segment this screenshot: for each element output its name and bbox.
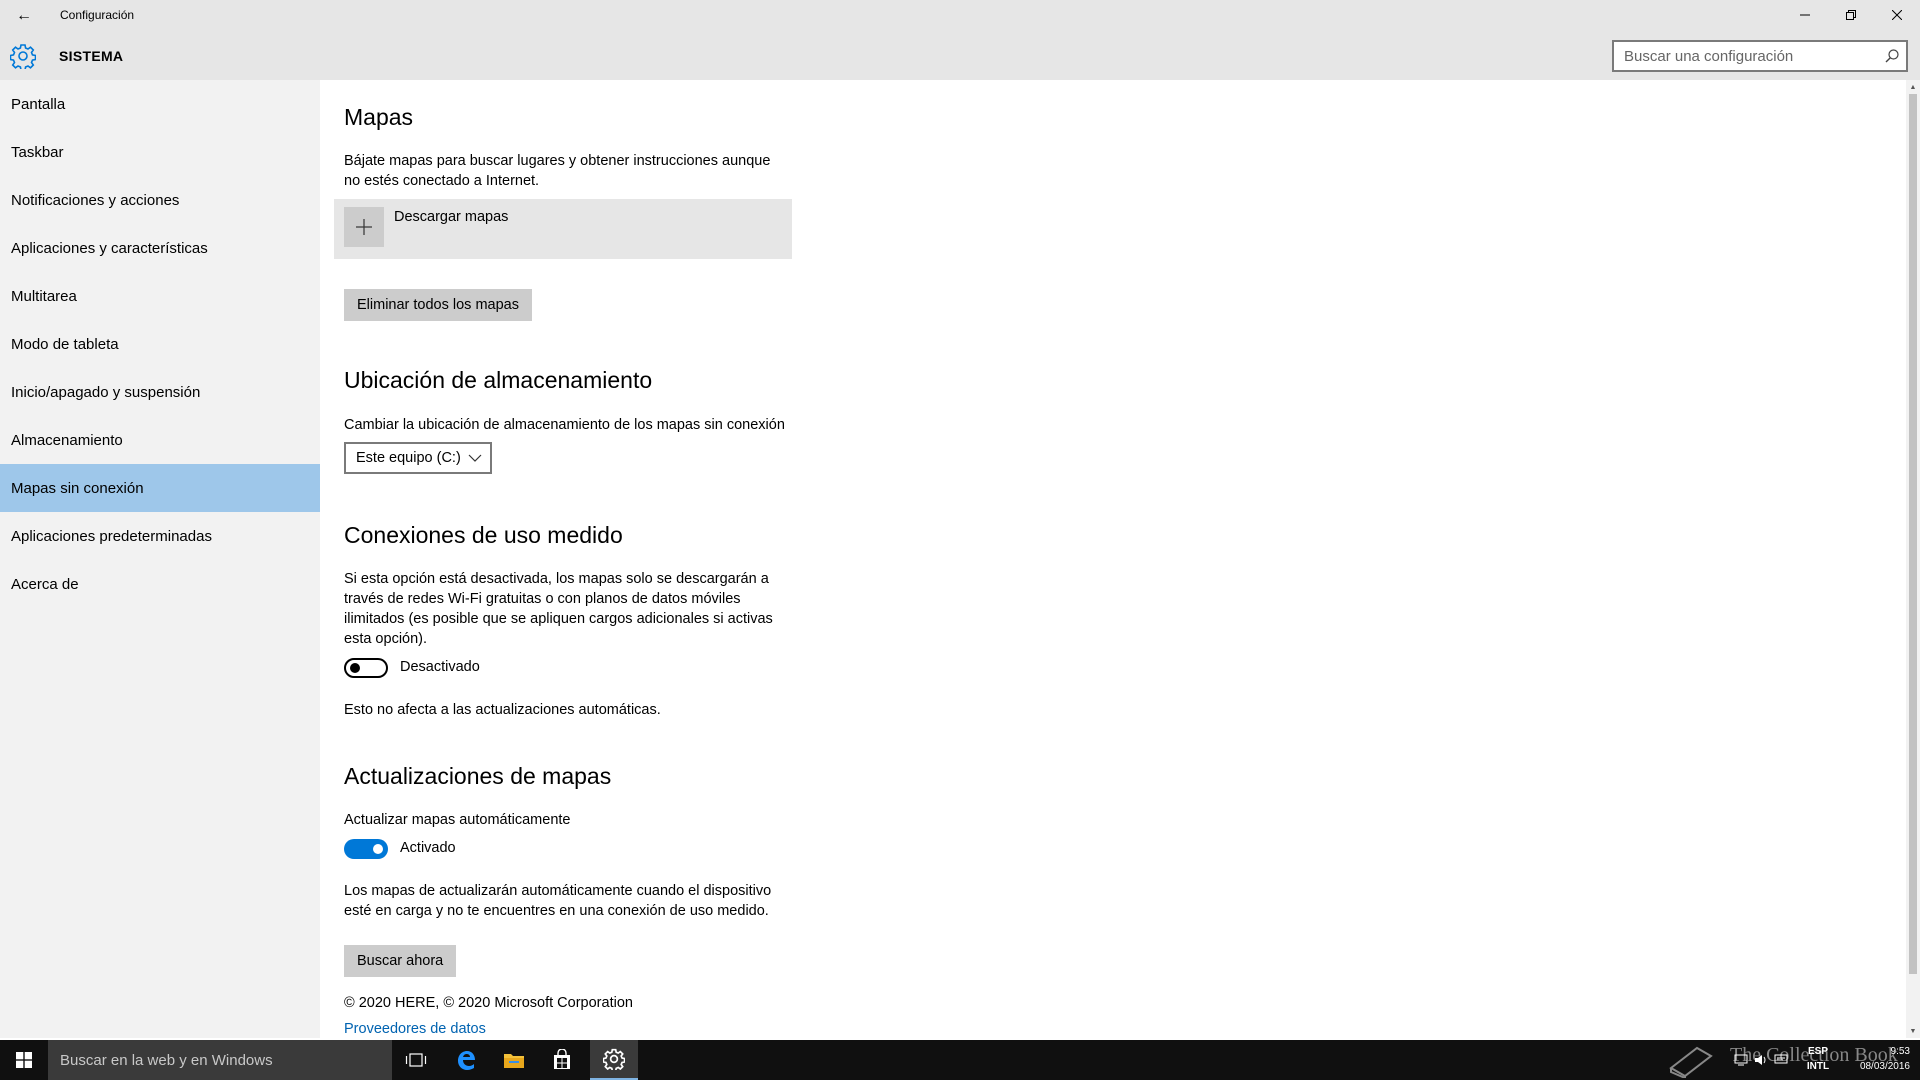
plus-icon: [344, 207, 384, 247]
metered-note: Esto no afecta a las actualizaciones aut…: [344, 702, 661, 718]
volume-icon[interactable]: [1752, 1040, 1770, 1080]
scrollbar[interactable]: ▲ ▼: [1906, 80, 1920, 1038]
sidebar-item-almacenamiento[interactable]: Almacenamiento: [0, 416, 320, 464]
maps-description-line1: Bájate mapas para buscar lugares y obten…: [344, 153, 771, 169]
file-explorer-taskbar-button[interactable]: [490, 1040, 538, 1080]
sidebar-item-aplicaciones[interactable]: Aplicaciones y características: [0, 224, 320, 272]
store-taskbar-button[interactable]: [538, 1040, 586, 1080]
auto-update-toggle-label: Activado: [400, 840, 456, 856]
sidebar-item-notificaciones[interactable]: Notificaciones y acciones: [0, 176, 320, 224]
scrollbar-thumb[interactable]: [1909, 94, 1917, 974]
auto-update-label: Actualizar mapas automáticamente: [344, 812, 571, 828]
scroll-up-icon[interactable]: ▲: [1906, 80, 1920, 94]
toggle-knob: [373, 844, 383, 854]
settings-search-input[interactable]: [1614, 42, 1864, 70]
storage-description: Cambiar la ubicación de almacenamiento d…: [344, 417, 785, 433]
data-providers-link[interactable]: Proveedores de datos: [344, 1021, 486, 1037]
storage-location-dropdown[interactable]: Este equipo (C:): [344, 442, 492, 474]
clock-date: 08/03/2016: [1859, 1061, 1910, 1072]
download-maps-label: Descargar mapas: [394, 209, 509, 225]
back-arrow-icon: ←: [16, 7, 32, 24]
search-icon[interactable]: [1884, 48, 1900, 64]
back-button[interactable]: ←: [8, 4, 40, 28]
close-icon: [1892, 10, 1902, 20]
sidebar-item-inicio-apagado[interactable]: Inicio/apagado y suspensión: [0, 368, 320, 416]
restore-button[interactable]: [1828, 0, 1874, 30]
sidebar-item-pantalla[interactable]: Pantalla: [0, 80, 320, 128]
edge-taskbar-button[interactable]: [442, 1040, 490, 1080]
metered-toggle[interactable]: [344, 658, 388, 678]
settings-taskbar-button[interactable]: [590, 1040, 638, 1080]
minimize-icon: [1800, 14, 1810, 16]
clock-time: 9:53: [1890, 1046, 1910, 1057]
close-button[interactable]: [1874, 0, 1920, 30]
minimize-button[interactable]: [1782, 0, 1828, 30]
storage-heading: Ubicación de almacenamiento: [344, 367, 653, 393]
sidebar: Pantalla Taskbar Notificaciones y accion…: [0, 80, 320, 1038]
check-now-button[interactable]: Buscar ahora: [344, 945, 457, 977]
metered-heading: Conexiones de uso medido: [344, 522, 623, 548]
main-content: Mapas Bájate mapas para buscar lugares y…: [320, 80, 1906, 1038]
scroll-down-icon[interactable]: ▼: [1906, 1024, 1920, 1038]
taskbar-search[interactable]: Buscar en la web y en Windows: [48, 1040, 392, 1080]
settings-gear-icon: [603, 1048, 625, 1070]
input-language-indicator[interactable]: ESP INTL: [1800, 1044, 1836, 1074]
sidebar-item-mapas-sin-conexion[interactable]: Mapas sin conexión: [0, 464, 320, 512]
updates-description-line2: esté en carga y no te encuentres en una …: [344, 903, 769, 919]
app-title: Configuración: [60, 8, 135, 22]
metered-description-line1: Si esta opción está desactivada, los map…: [344, 571, 769, 587]
notifications-icon[interactable]: [1772, 1040, 1790, 1080]
task-view-button[interactable]: [392, 1040, 440, 1080]
task-view-icon: [405, 1053, 427, 1067]
metered-description-line2: través de redes Wi-Fi gratuitas o con pl…: [344, 591, 741, 607]
network-icon[interactable]: [1732, 1040, 1750, 1080]
copyright-text: © 2020 HERE, © 2020 Microsoft Corporatio…: [344, 995, 633, 1011]
store-icon: [554, 1049, 570, 1069]
storage-location-value: Este equipo (C:): [356, 450, 461, 466]
start-button[interactable]: [0, 1040, 48, 1080]
metered-description-line3: ilimitados (es posible que se apliquen c…: [344, 611, 773, 627]
windows-logo-icon: [16, 1052, 32, 1068]
updates-description-line1: Los mapas de actualizarán automáticament…: [344, 883, 772, 899]
section-title: SISTEMA: [59, 48, 124, 64]
chevron-down-icon: [468, 454, 482, 462]
auto-update-toggle[interactable]: [344, 839, 388, 859]
toggle-knob: [350, 663, 360, 673]
sidebar-item-taskbar[interactable]: Taskbar: [0, 128, 320, 176]
restore-icon: [1846, 10, 1856, 20]
book-logo-icon: [1666, 1040, 1716, 1080]
settings-gear-icon: [10, 43, 36, 69]
sidebar-item-modo-tableta[interactable]: Modo de tableta: [0, 320, 320, 368]
maps-heading: Mapas: [344, 104, 414, 130]
system-clock[interactable]: 9:53 08/03/2016: [1840, 1044, 1910, 1074]
metered-toggle-label: Desactivado: [400, 659, 480, 675]
metered-description-line4: esta opción).: [344, 631, 428, 647]
updates-heading: Actualizaciones de mapas: [344, 763, 612, 789]
settings-search[interactable]: [1612, 40, 1908, 72]
edge-icon: [458, 1051, 475, 1070]
download-maps-button[interactable]: Descargar mapas: [334, 199, 792, 259]
delete-all-maps-button[interactable]: Eliminar todos los mapas: [344, 289, 532, 321]
maps-description-line2: no estés conectado a Internet.: [344, 173, 540, 189]
sidebar-item-acerca-de[interactable]: Acerca de: [0, 560, 320, 608]
folder-icon: [504, 1054, 524, 1068]
sidebar-item-multitarea[interactable]: Multitarea: [0, 272, 320, 320]
sidebar-item-aplicaciones-predeterminadas[interactable]: Aplicaciones predeterminadas: [0, 512, 320, 560]
taskbar: Buscar en la web y en Windows The Collec…: [0, 1040, 1920, 1080]
title-bar: ← Configuración SISTEMA: [0, 0, 1920, 80]
